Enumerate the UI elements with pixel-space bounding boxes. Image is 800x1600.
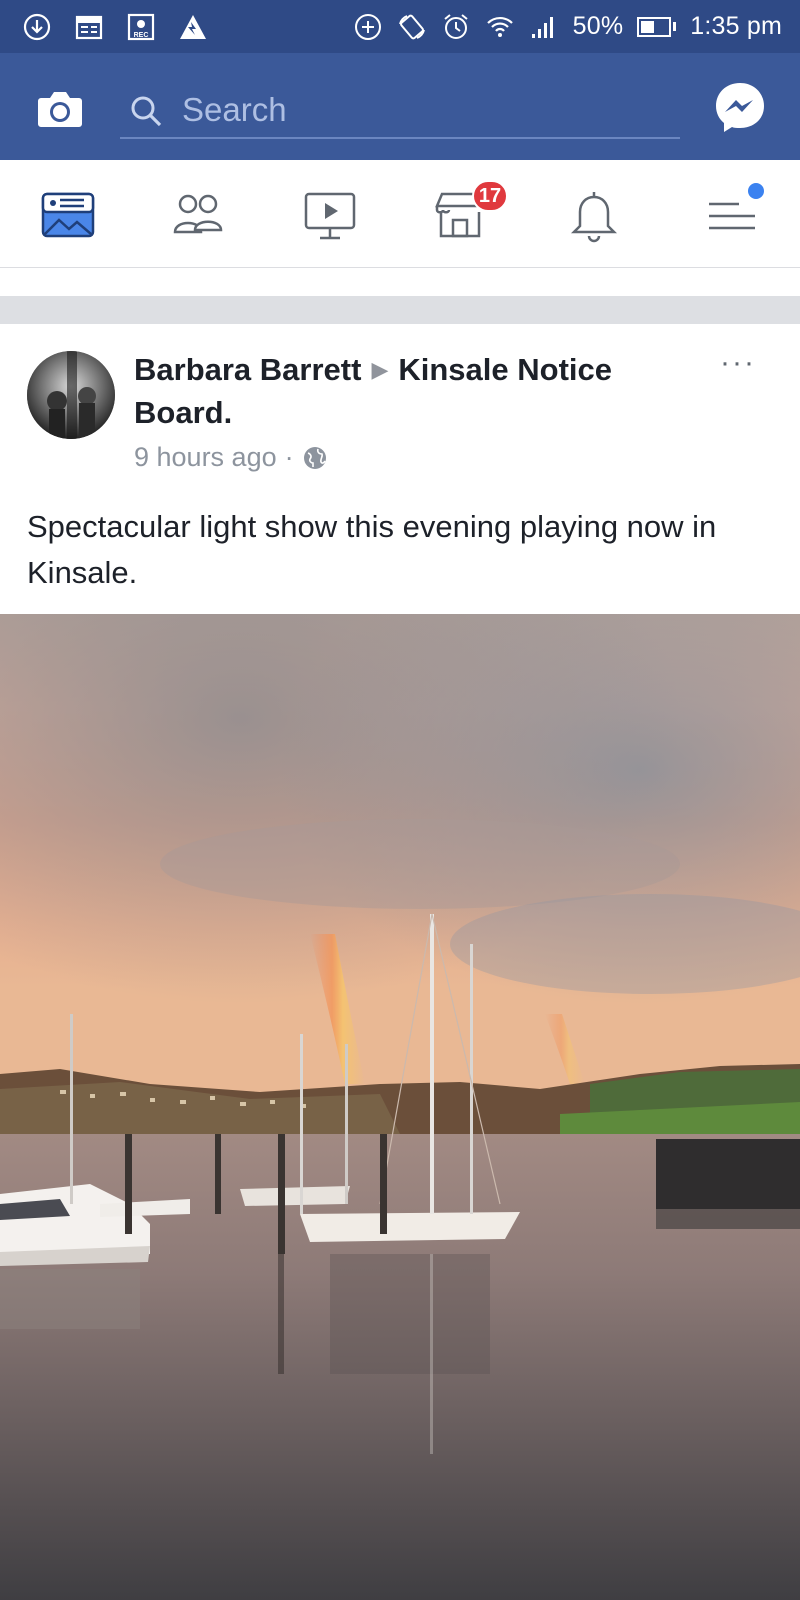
nav-tabs (0, 160, 800, 268)
signal-icon (529, 12, 559, 42)
post-meta: 9 hours ago · (134, 442, 328, 473)
notifications-icon[interactable] (564, 185, 624, 245)
more-options-button[interactable]: ··· (720, 346, 756, 380)
rec-icon: REC (126, 12, 156, 42)
author-name[interactable]: Barbara Barrett (134, 352, 361, 387)
messenger-icon[interactable] (712, 79, 768, 135)
arrow-right-icon: ▶ (371, 357, 389, 382)
clock: 1:35 pm (690, 12, 782, 40)
search-icon (128, 93, 164, 129)
camera-icon[interactable] (35, 83, 85, 133)
rec-label: REC (134, 32, 149, 39)
news-feed-icon[interactable] (38, 185, 98, 245)
battery-icon (637, 16, 677, 37)
menu-alert-dot (748, 183, 764, 199)
top-bar (0, 53, 800, 160)
app-icon (178, 12, 208, 42)
avatar[interactable] (27, 351, 115, 439)
rotate-icon (397, 12, 427, 42)
post-photo[interactable] (0, 614, 800, 1600)
download-icon (22, 12, 52, 42)
search-input[interactable] (120, 83, 680, 139)
meta-separator: · (284, 442, 294, 472)
calendar-icon (74, 12, 104, 42)
alarm-icon (441, 12, 471, 42)
search-bar[interactable] (120, 83, 680, 139)
post-header: Barbara Barrett ▶ Kinsale Notice Board. (134, 348, 694, 434)
globe-icon (303, 446, 326, 469)
feed-separator (0, 296, 800, 324)
watch-icon[interactable] (300, 185, 360, 245)
add-circle-icon (353, 12, 383, 42)
status-bar: REC 50% 1:35 pm (0, 0, 800, 53)
post-text: Spectacular light show this evening play… (27, 509, 717, 590)
feed-post: Barbara Barrett ▶ Kinsale Notice Board. ··… (0, 324, 800, 1600)
post-time[interactable]: 9 hours ago (134, 442, 277, 473)
battery-percent: 50% (572, 12, 624, 40)
feed-divider (0, 268, 800, 296)
wifi-icon (485, 12, 515, 42)
notification-badge: 17 (472, 180, 508, 212)
friends-icon[interactable] (168, 185, 228, 245)
